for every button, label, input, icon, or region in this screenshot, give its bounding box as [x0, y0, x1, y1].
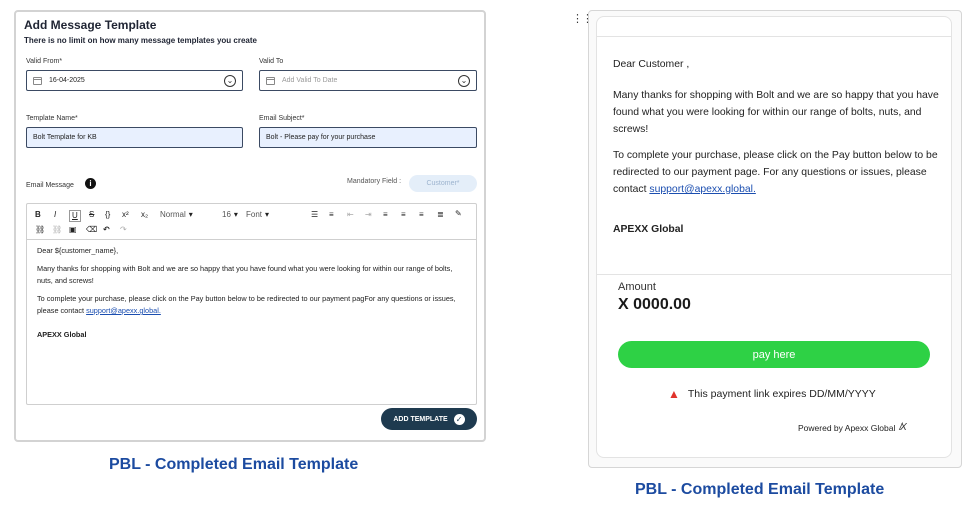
apexx-logo-icon: /X [899, 422, 907, 433]
right-caption: PBL - Completed Email Template [635, 481, 885, 498]
calendar-icon [266, 76, 275, 85]
editor-paragraph-1: Many thanks for shopping with Bolt and w… [37, 264, 453, 285]
valid-from-value: 16-04-2025 [49, 77, 85, 84]
amount-divider [596, 274, 952, 275]
powered-by-text: Powered by Apexx Global [798, 422, 896, 433]
template-name-input[interactable]: Bolt Template for KB [26, 127, 243, 148]
expiry-notice: ▲ This payment link expires DD/MM/YYYY [668, 387, 876, 401]
bold-icon[interactable]: B [35, 210, 41, 220]
check-circle-icon: ✓ [453, 413, 465, 425]
font-select[interactable]: Font [246, 210, 301, 220]
form-subtitle: There is no limit on how many message te… [24, 36, 257, 45]
color-picker-icon[interactable]: ✎ [455, 209, 462, 219]
email-subject-input[interactable]: Bolt - Please pay for your purchase [259, 127, 477, 148]
preview-paragraph-1: Many thanks for shopping with Bolt and w… [613, 90, 939, 135]
subscript-icon[interactable]: x₂ [141, 210, 148, 220]
mandatory-field-label: Mandatory Field : [347, 178, 402, 185]
email-preview-body: Dear Customer , Many thanks for shopping… [613, 56, 943, 247]
format-select[interactable]: Normal [160, 210, 193, 220]
calendar-icon [33, 76, 42, 85]
preview-support-link[interactable]: support@apexx.global. [649, 184, 755, 195]
expiry-text: This payment link expires DD/MM/YYYY [687, 388, 876, 400]
ordered-list-icon[interactable]: ≡ [329, 210, 334, 220]
strike-icon[interactable]: S [89, 210, 94, 220]
preview-greeting: Dear Customer , [613, 59, 690, 70]
editor-paragraph-2: To complete your purchase, please click … [37, 293, 467, 317]
add-template-label: ADD TEMPLATE [393, 415, 448, 423]
mandatory-customer-pill[interactable]: Customer* [409, 175, 477, 192]
link-icon[interactable]: ⛓ [35, 225, 45, 235]
valid-from-label: Valid From* [26, 58, 63, 65]
add-template-button[interactable]: ADD TEMPLATE ✓ [381, 408, 477, 430]
indent-icon[interactable]: ⇥ [365, 210, 372, 220]
bullet-list-icon[interactable]: ☰ [311, 210, 318, 220]
valid-to-field[interactable]: Add Valid To Date ⌄ [259, 70, 477, 91]
form-title: Add Message Template [24, 18, 157, 32]
code-icon[interactable]: {} [105, 210, 110, 220]
add-template-form: Add Message Template There is no limit o… [14, 10, 486, 442]
superscript-icon[interactable]: x² [122, 210, 129, 220]
email-message-editor[interactable]: B I U S {} x² x₂ Normal 16 Font ☰ ≡ ⇤ ⇥ … [26, 203, 477, 405]
unlink-icon[interactable]: ⛓ [52, 225, 62, 235]
amount-value: X 0000.00 [618, 296, 691, 313]
chevron-down-icon[interactable]: ⌄ [458, 75, 470, 87]
left-caption: PBL - Completed Email Template [109, 456, 359, 473]
pay-here-button[interactable]: pay here [618, 341, 930, 368]
valid-from-field[interactable]: 16-04-2025 ⌄ [26, 70, 243, 91]
outdent-icon[interactable]: ⇤ [347, 210, 354, 220]
valid-to-label: Valid To [259, 58, 284, 65]
preview-signature: APEXX Global [613, 224, 684, 235]
editor-greeting: Dear ${customer_name}, [37, 246, 119, 255]
template-name-label: Template Name* [26, 115, 78, 122]
info-icon[interactable]: i [85, 178, 96, 189]
align-justify-icon[interactable]: ≣ [437, 210, 444, 220]
preview-paragraph-2: To complete your purchase, please click … [613, 147, 943, 198]
redo-icon[interactable]: ↷ [120, 225, 127, 235]
italic-icon[interactable]: I [54, 210, 56, 220]
powered-by: Powered by Apexx Global /X [798, 422, 907, 433]
align-center-icon[interactable]: ≡ [401, 210, 406, 220]
email-subject-label: Email Subject* [259, 115, 305, 122]
eraser-icon[interactable]: ⌫ [86, 225, 97, 235]
drag-handle-icon[interactable]: ⋮⋮ [572, 14, 593, 25]
align-left-icon[interactable]: ≡ [383, 210, 388, 220]
undo-icon[interactable]: ↶ [103, 225, 110, 235]
editor-signature: APEXX Global [37, 330, 87, 339]
align-right-icon[interactable]: ≡ [419, 210, 424, 220]
underline-icon[interactable]: U [69, 210, 81, 222]
support-email-link[interactable]: support@apexx.global. [86, 306, 161, 315]
editor-content[interactable]: Dear ${customer_name}, Many thanks for s… [37, 245, 467, 347]
preview-header-divider [596, 36, 952, 37]
email-message-label: Email Message [26, 182, 74, 189]
chevron-down-icon[interactable]: ⌄ [224, 75, 236, 87]
amount-label: Amount [618, 281, 656, 293]
size-select[interactable]: 16 [222, 210, 238, 220]
valid-to-placeholder: Add Valid To Date [282, 77, 338, 84]
editor-toolbar: B I U S {} x² x₂ Normal 16 Font ☰ ≡ ⇤ ⇥ … [27, 204, 476, 240]
warning-icon: ▲ [668, 387, 680, 401]
image-icon[interactable]: ▣ [69, 225, 77, 235]
